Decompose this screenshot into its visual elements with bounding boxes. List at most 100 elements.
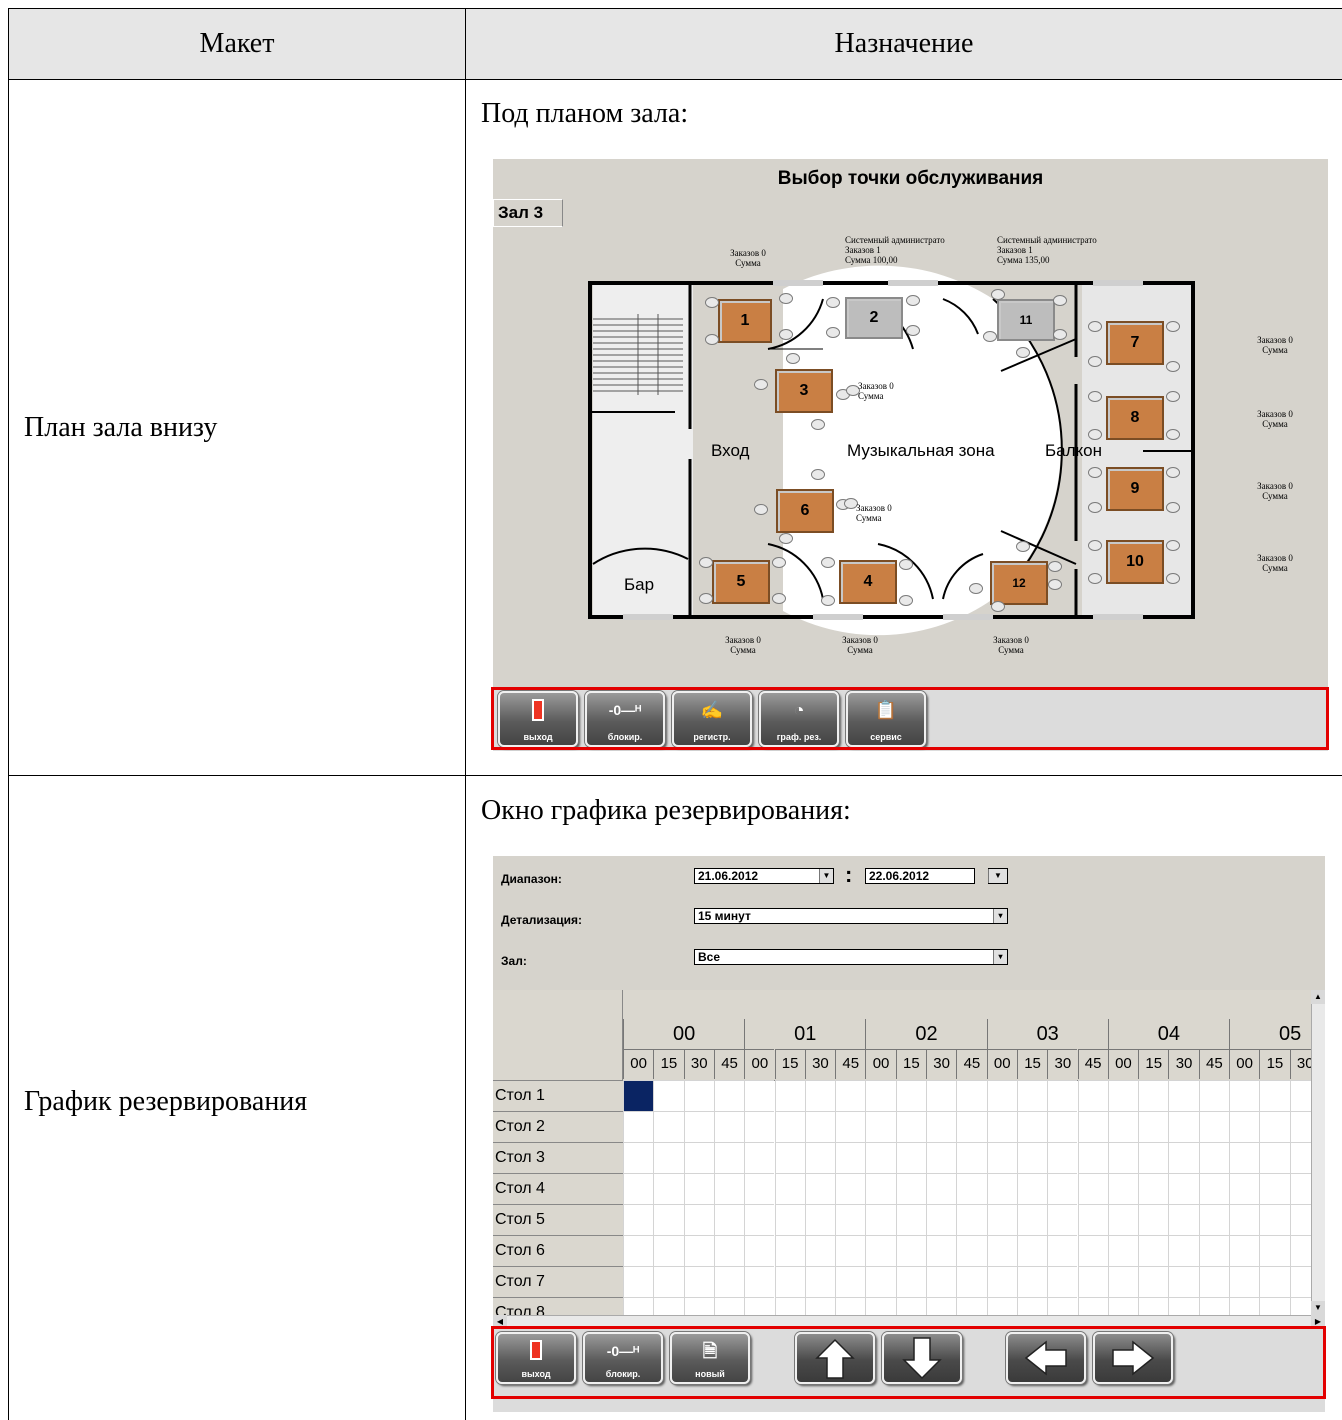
grid-cell[interactable] bbox=[1259, 1142, 1290, 1173]
grid-cell[interactable] bbox=[1198, 1204, 1229, 1235]
vertical-scrollbar[interactable] bbox=[1311, 990, 1325, 1315]
grid-cell[interactable] bbox=[774, 1235, 805, 1266]
grid-cell[interactable] bbox=[986, 1204, 1017, 1235]
hall-select[interactable]: Все ▾ bbox=[694, 949, 1008, 965]
grid-cell[interactable] bbox=[744, 1142, 775, 1173]
grid-cell[interactable] bbox=[774, 1111, 805, 1142]
grid-cell[interactable] bbox=[744, 1111, 775, 1142]
grid-cell[interactable] bbox=[956, 1204, 987, 1235]
grid-cell[interactable] bbox=[1077, 1266, 1108, 1297]
grid-cell[interactable] bbox=[1198, 1142, 1229, 1173]
grid-cell[interactable] bbox=[653, 1266, 684, 1297]
grid-cell[interactable] bbox=[1259, 1111, 1290, 1142]
grid-cell[interactable] bbox=[986, 1111, 1017, 1142]
grid-cell[interactable] bbox=[683, 1111, 714, 1142]
table-10[interactable]: 10 bbox=[1106, 540, 1164, 584]
grid-cell[interactable] bbox=[683, 1080, 714, 1111]
grid-cell[interactable] bbox=[1138, 1204, 1169, 1235]
grid-cell[interactable] bbox=[683, 1142, 714, 1173]
grid-cell[interactable] bbox=[926, 1173, 957, 1204]
grid-cell[interactable] bbox=[835, 1204, 866, 1235]
grid-cell[interactable] bbox=[1168, 1080, 1199, 1111]
grid-cell[interactable] bbox=[713, 1142, 745, 1173]
grid-cell[interactable] bbox=[774, 1080, 805, 1111]
table-1[interactable]: 1 bbox=[718, 299, 772, 343]
grid-cell[interactable] bbox=[804, 1235, 836, 1266]
grid-cell[interactable] bbox=[1259, 1266, 1290, 1297]
grid-cell[interactable] bbox=[804, 1173, 836, 1204]
grid-cell[interactable] bbox=[1198, 1173, 1229, 1204]
grid-cell[interactable] bbox=[926, 1204, 957, 1235]
scroll-up-arrow[interactable]: ▲ bbox=[1311, 990, 1325, 1004]
grid-cell[interactable] bbox=[1168, 1142, 1199, 1173]
grid-cell[interactable] bbox=[804, 1204, 836, 1235]
grid-cell[interactable] bbox=[1107, 1142, 1139, 1173]
grid-cell[interactable] bbox=[1168, 1266, 1199, 1297]
grid-cell[interactable] bbox=[623, 1235, 654, 1266]
chevron-down-icon[interactable]: ▾ bbox=[993, 950, 1007, 964]
grid-cell[interactable] bbox=[1259, 1204, 1290, 1235]
grid-cell[interactable] bbox=[895, 1204, 926, 1235]
grid-cell[interactable] bbox=[744, 1080, 775, 1111]
grid-cell[interactable] bbox=[926, 1235, 957, 1266]
grid-cell[interactable] bbox=[1198, 1111, 1229, 1142]
grid-cell[interactable] bbox=[895, 1173, 926, 1204]
grid-cell[interactable] bbox=[895, 1235, 926, 1266]
chevron-down-icon[interactable]: ▼ bbox=[819, 869, 833, 883]
grid-cell[interactable] bbox=[774, 1142, 805, 1173]
grid-cell[interactable] bbox=[1138, 1142, 1169, 1173]
grid-cell[interactable] bbox=[804, 1080, 836, 1111]
grid-cell[interactable] bbox=[1016, 1080, 1048, 1111]
grid-cell[interactable] bbox=[683, 1173, 714, 1204]
grid-cell[interactable] bbox=[1016, 1173, 1048, 1204]
grid-cell[interactable] bbox=[1259, 1173, 1290, 1204]
table-3[interactable]: 3 bbox=[775, 369, 833, 413]
grid-cell[interactable] bbox=[956, 1266, 987, 1297]
grid-cell[interactable] bbox=[956, 1080, 987, 1111]
grid-cell[interactable] bbox=[895, 1266, 926, 1297]
grid-cell[interactable] bbox=[1229, 1266, 1260, 1297]
grid-cell[interactable] bbox=[1016, 1204, 1048, 1235]
grid-cell[interactable] bbox=[1107, 1111, 1139, 1142]
date-to-field[interactable]: 22.06.2012 bbox=[865, 868, 975, 884]
grid-cell[interactable] bbox=[1168, 1111, 1199, 1142]
grid-cell[interactable] bbox=[1077, 1111, 1108, 1142]
grid-cell[interactable] bbox=[865, 1235, 896, 1266]
grid-cell[interactable] bbox=[683, 1235, 714, 1266]
grid-cell[interactable] bbox=[774, 1173, 805, 1204]
grid-cell[interactable] bbox=[926, 1111, 957, 1142]
grid-cell[interactable] bbox=[744, 1173, 775, 1204]
grid-cell[interactable] bbox=[835, 1142, 866, 1173]
table-2[interactable]: 2 bbox=[845, 297, 903, 339]
grid-cell[interactable] bbox=[653, 1204, 684, 1235]
grid-cell[interactable] bbox=[713, 1235, 745, 1266]
grid-cell[interactable] bbox=[986, 1266, 1017, 1297]
grid-cell[interactable] bbox=[744, 1266, 775, 1297]
grid-cell[interactable] bbox=[804, 1111, 836, 1142]
grid-cell[interactable] bbox=[683, 1266, 714, 1297]
grid-cell[interactable] bbox=[623, 1266, 654, 1297]
grid-cell[interactable] bbox=[926, 1266, 957, 1297]
detail-select[interactable]: 15 минут ▾ bbox=[694, 908, 1008, 924]
chevron-down-icon[interactable]: ▼ bbox=[988, 869, 1007, 883]
grid-cell[interactable] bbox=[1077, 1142, 1108, 1173]
table-8[interactable]: 8 bbox=[1106, 396, 1164, 440]
date-from-field[interactable]: 21.06.2012 ▼ bbox=[694, 868, 834, 884]
grid-cell[interactable] bbox=[1107, 1235, 1139, 1266]
table-9[interactable]: 9 bbox=[1106, 467, 1164, 511]
grid-cell[interactable] bbox=[623, 1173, 654, 1204]
grid-cell[interactable] bbox=[1259, 1235, 1290, 1266]
grid-cell[interactable] bbox=[1229, 1173, 1260, 1204]
grid-cell[interactable] bbox=[1047, 1173, 1078, 1204]
grid-cell[interactable] bbox=[835, 1266, 866, 1297]
grid-cell[interactable] bbox=[926, 1080, 957, 1111]
grid-cell[interactable] bbox=[1168, 1204, 1199, 1235]
grid-cell[interactable] bbox=[1016, 1111, 1048, 1142]
grid-cell[interactable] bbox=[774, 1204, 805, 1235]
grid-cell[interactable] bbox=[835, 1111, 866, 1142]
grid-cell[interactable] bbox=[956, 1173, 987, 1204]
grid-cell[interactable] bbox=[1259, 1080, 1290, 1111]
table-4[interactable]: 4 bbox=[839, 560, 897, 604]
grid-cell[interactable] bbox=[835, 1173, 866, 1204]
grid-cell[interactable] bbox=[986, 1235, 1017, 1266]
